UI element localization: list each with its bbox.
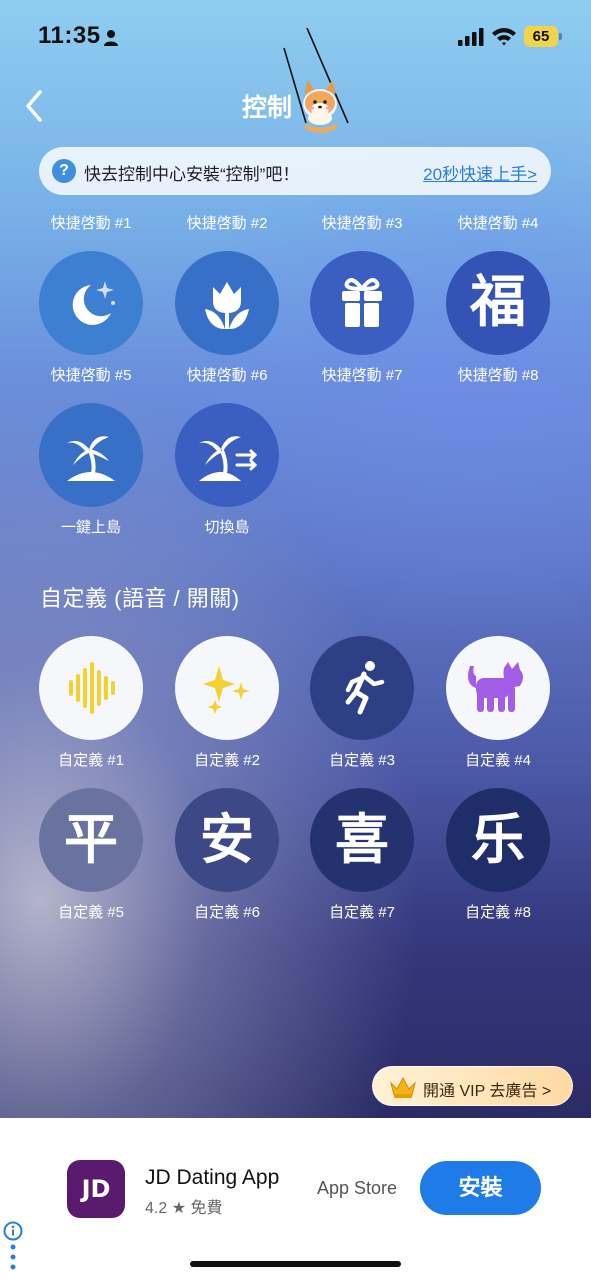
vip-label: 開通 VIP 去廣告 > <box>423 1083 552 1100</box>
ad-app-name[interactable]: JD Dating App <box>145 1166 279 1190</box>
svg-text:喜: 喜 <box>335 808 389 871</box>
ad-app-icon[interactable]: JD <box>67 1160 125 1218</box>
ad-store-label: App Store <box>317 1178 398 1198</box>
home-indicator[interactable] <box>190 1261 401 1267</box>
gift-icon <box>342 278 382 327</box>
shortcut-6-button[interactable] <box>175 251 279 355</box>
custom-6-button[interactable]: 安 <box>175 788 279 892</box>
svg-text:福: 福 <box>469 270 526 335</box>
ad-install-button[interactable]: 安裝 <box>420 1161 541 1215</box>
voice-wave-icon <box>69 662 115 714</box>
custom-8-button[interactable]: 乐 <box>446 788 550 892</box>
banner-text: 快去控制中心安裝“控制”吧！ <box>84 165 300 184</box>
crown-icon <box>390 1076 416 1098</box>
an-character-icon: 安 <box>200 808 254 871</box>
custom-label-4: 自定義 #4 <box>465 752 531 769</box>
shortcut-label-3[interactable]: 快捷啓動 #3 <box>294 212 430 233</box>
island-switch-button[interactable] <box>175 403 279 507</box>
shortcut-5-button[interactable] <box>39 251 143 355</box>
custom-label-7: 自定義 #7 <box>329 904 395 921</box>
custom-label-6: 自定義 #6 <box>194 904 260 921</box>
app-screen: 11:35 65 控制 ? 快去控制中心安裝“控制”吧！ 20秒快速上手> 快捷… <box>0 0 591 1118</box>
le-character-icon: 乐 <box>471 808 525 871</box>
ad-app-rating: 4.2 ★ 免費 <box>145 1200 223 1217</box>
island-go-label: 一鍵上島 <box>60 519 121 536</box>
install-tip-banner[interactable]: ? 快去控制中心安裝“控制”吧！ 20秒快速上手> <box>39 147 551 195</box>
custom-5-button[interactable]: 平 <box>39 788 143 892</box>
ad-app-icon-text: JD <box>81 1175 111 1203</box>
shortcut-label-1[interactable]: 快捷啓動 #1 <box>23 212 159 233</box>
island-switch-label: 切換島 <box>204 519 250 536</box>
custom-label-5: 自定義 #5 <box>58 904 124 921</box>
battery-indicator: 65 <box>524 26 562 47</box>
custom-label-2: 自定義 #2 <box>194 752 260 769</box>
battery-level: 65 <box>532 28 550 45</box>
shortcut-7-button[interactable] <box>310 251 414 355</box>
shortcut-8-button[interactable]: 福 <box>446 251 550 355</box>
signal-icon <box>458 28 484 46</box>
ad-banner[interactable]: JD JD Dating App 4.2 ★ 免費 App Store 安裝 <box>0 1118 591 1280</box>
shiba-swing-mascot-icon <box>283 28 349 133</box>
ping-character-icon: 平 <box>64 808 118 871</box>
custom-section-title: 自定義 (語音 / 開關) <box>40 586 240 611</box>
more-dots-icon[interactable] <box>10 1244 16 1270</box>
custom-2-button[interactable] <box>175 636 279 740</box>
custom-3-button[interactable] <box>310 636 414 740</box>
custom-label-8: 自定義 #8 <box>465 904 531 921</box>
ad-info-icon[interactable] <box>3 1221 23 1241</box>
cat-icon <box>468 662 523 712</box>
island-go-button[interactable] <box>39 403 143 507</box>
custom-4-button[interactable] <box>446 636 550 740</box>
back-button[interactable] <box>18 86 52 126</box>
palm-island-icon <box>67 436 115 481</box>
custom-7-button[interactable]: 喜 <box>310 788 414 892</box>
sparkles-icon <box>203 666 250 714</box>
tulip-icon <box>205 282 249 329</box>
shortcut-label-7: 快捷啓動 #7 <box>321 367 403 384</box>
custom-label-1: 自定義 #1 <box>58 752 124 769</box>
moon-stars-icon <box>72 281 115 325</box>
svg-text:安: 安 <box>200 808 254 871</box>
shortcut-label-5: 快捷啓動 #5 <box>50 367 132 384</box>
custom-1-button[interactable] <box>39 636 143 740</box>
custom-label-3: 自定義 #3 <box>329 752 395 769</box>
wifi-icon <box>492 28 516 46</box>
person-icon <box>104 30 118 46</box>
shortcut-label-6: 快捷啓動 #6 <box>186 367 268 384</box>
help-icon: ? <box>52 159 76 183</box>
shortcut-label-2[interactable]: 快捷啓動 #2 <box>159 212 295 233</box>
quick-start-link[interactable]: 20秒快速上手> <box>423 160 537 185</box>
svg-text:平: 平 <box>64 808 118 871</box>
vip-remove-ads-button[interactable]: 開通 VIP 去廣告 > <box>372 1066 573 1106</box>
running-person-icon <box>345 661 385 715</box>
svg-text:乐: 乐 <box>471 808 525 871</box>
fu-character-icon: 福 <box>469 270 526 335</box>
shortcut-label-4[interactable]: 快捷啓動 #4 <box>430 212 566 233</box>
shortcut-label-8: 快捷啓動 #8 <box>457 367 539 384</box>
palm-island-switch-icon <box>199 436 258 481</box>
status-time: 11:35 <box>38 22 101 49</box>
xi-character-icon: 喜 <box>335 808 389 871</box>
